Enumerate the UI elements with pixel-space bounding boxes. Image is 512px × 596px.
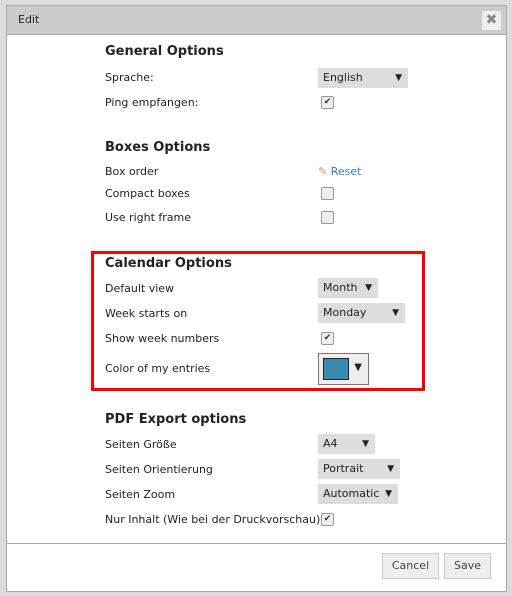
language-value: English [323, 71, 363, 84]
zoom-label: Seiten Zoom [105, 488, 176, 501]
content-only-label: Nur Inhalt (Wie bei der Druckvorschau) [105, 513, 321, 526]
save-button[interactable]: Save [444, 553, 491, 579]
right-frame-label: Use right frame [105, 211, 192, 224]
dialog-titlebar: Edit ✖ [7, 6, 506, 35]
page-size-label: Seiten Größe [105, 438, 177, 451]
close-icon[interactable]: ✖ [482, 11, 501, 30]
right-frame-checkbox[interactable] [321, 211, 334, 224]
zoom-value: Automatic [323, 487, 380, 500]
chevron-down-icon: ▼ [387, 464, 394, 474]
pencil-icon: ✎ [318, 165, 328, 178]
compact-boxes-checkbox[interactable] [321, 187, 334, 200]
general-heading: General Options [105, 44, 224, 59]
zoom-select[interactable]: Automatic ▼ [318, 484, 398, 504]
page-size-value: A4 [323, 437, 338, 450]
compact-boxes-label: Compact boxes [105, 187, 190, 200]
color-label: Color of my entries [105, 362, 211, 375]
box-order-label: Box order [105, 165, 159, 178]
language-select[interactable]: English ▼ [318, 68, 408, 88]
chevron-down-icon: ▼ [395, 73, 402, 83]
color-swatch [323, 358, 349, 380]
orientation-select[interactable]: Portrait ▼ [318, 459, 400, 479]
edit-dialog: Edit ✖ General Options Sprache: English ▼… [6, 5, 507, 592]
default-view-select[interactable]: Month ▼ [318, 278, 378, 298]
content-only-checkbox[interactable]: ✔ [321, 513, 334, 526]
chevron-down-icon: ▼ [365, 283, 372, 293]
orientation-label: Seiten Orientierung [105, 463, 213, 476]
default-view-value: Month [323, 281, 358, 294]
dialog-title: Edit [18, 13, 40, 26]
chevron-down-icon: ▼ [354, 362, 362, 373]
ping-label: Ping empfangen: [105, 96, 199, 109]
week-start-label: Week starts on [105, 307, 188, 320]
week-start-select[interactable]: Monday ▼ [318, 303, 405, 323]
ping-checkbox[interactable]: ✔ [321, 96, 334, 109]
color-picker[interactable]: ▼ [318, 353, 369, 385]
chevron-down-icon: ▼ [392, 308, 399, 318]
calendar-heading: Calendar Options [105, 256, 232, 271]
language-label: Sprache: [105, 71, 154, 84]
week-numbers-checkbox[interactable]: ✔ [321, 332, 334, 345]
reset-label: Reset [330, 165, 362, 178]
reset-link[interactable]: ✎ Reset [318, 165, 361, 178]
chevron-down-icon: ▼ [362, 439, 369, 449]
week-start-value: Monday [323, 306, 367, 319]
orientation-value: Portrait [323, 462, 364, 475]
default-view-label: Default view [105, 282, 175, 295]
page-size-select[interactable]: A4 ▼ [318, 434, 375, 454]
cancel-button[interactable]: Cancel [382, 553, 439, 579]
pdf-heading: PDF Export options [105, 412, 247, 427]
footer-divider [7, 543, 506, 544]
week-numbers-label: Show week numbers [105, 332, 220, 345]
boxes-heading: Boxes Options [105, 140, 211, 155]
chevron-down-icon: ▼ [385, 489, 392, 499]
